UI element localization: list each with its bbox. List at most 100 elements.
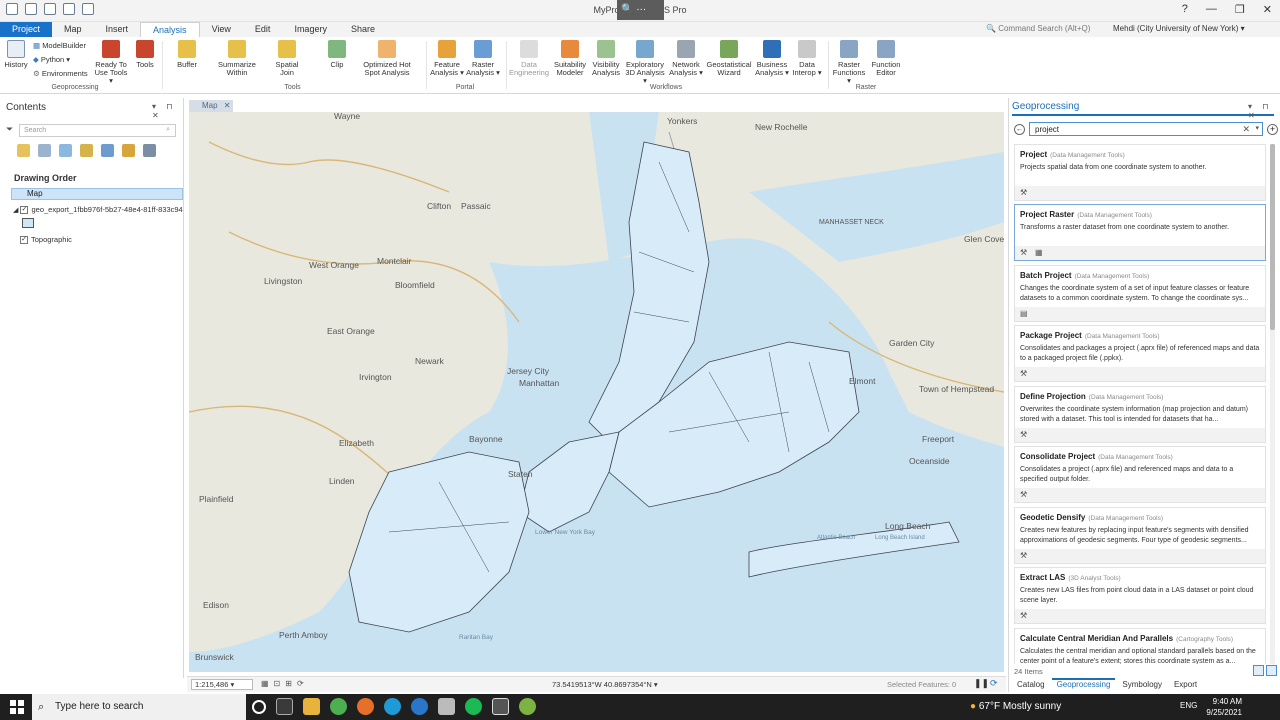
feature-analysis-button[interactable]: Feature Analysis ▾ <box>430 40 464 77</box>
clip-button[interactable]: Clip <box>322 40 352 69</box>
add-icon[interactable]: + <box>1267 124 1278 135</box>
tab-project[interactable]: Project <box>0 22 53 37</box>
navigation-tools[interactable]: ▦⊡⊞⟳ <box>261 679 309 688</box>
result-item[interactable]: Consolidate Project (Data Management Tool… <box>1014 446 1266 503</box>
new-project-icon[interactable] <box>6 3 18 15</box>
list-by-snapping-icon[interactable] <box>101 144 114 157</box>
tab-share[interactable]: Share <box>339 22 387 37</box>
back-icon[interactable]: ← <box>1014 124 1025 135</box>
result-item[interactable]: Extract LAS (3D Analyst Tools) Creates ne… <box>1014 567 1266 624</box>
layer-symbol-swatch[interactable] <box>22 218 34 228</box>
result-item[interactable]: Package Project (Data Management Tools) C… <box>1014 325 1266 382</box>
function-editor-button[interactable]: Function Editor <box>870 40 902 77</box>
tab-insert[interactable]: Insert <box>94 22 141 37</box>
layer-visibility-checkbox[interactable]: ✓ <box>20 206 29 215</box>
list-by-editing-icon[interactable] <box>80 144 93 157</box>
map-view-tab[interactable]: Map ✕ <box>189 100 233 112</box>
command-search[interactable]: 🔍 Command Search (Alt+Q) <box>986 24 1090 33</box>
result-item[interactable]: Geodetic Densify (Data Management Tools) … <box>1014 507 1266 564</box>
save-icon[interactable] <box>44 3 56 15</box>
geostatistical-wizard-button[interactable]: Geostatistical Wizard <box>704 40 754 77</box>
tile-view-icon[interactable] <box>1253 665 1264 676</box>
contents-search-input[interactable]: Search ⌕ <box>19 124 176 137</box>
tab-view[interactable]: View <box>200 22 243 37</box>
maximize-icon[interactable]: ❐ <box>1235 3 1245 16</box>
tab-map[interactable]: Map <box>52 22 94 37</box>
list-by-drawing-order-icon[interactable] <box>17 144 30 157</box>
topographic-layer[interactable]: ✓ Topographic <box>20 235 72 245</box>
exploratory-3d-button[interactable]: Exploratory 3D Analysis ▾ <box>623 40 667 85</box>
app-icon[interactable] <box>438 698 455 715</box>
filter-icon[interactable]: ⏷ <box>6 124 13 135</box>
result-item[interactable]: Project Raster (Data Management Tools) Tr… <box>1014 204 1266 261</box>
result-item[interactable]: Calculate Central Meridian And Parallels… <box>1014 628 1266 664</box>
zoom-search-overlay[interactable]: 🔍 ··· <box>617 0 664 20</box>
python-button[interactable]: ◆ Python ▾ <box>33 55 70 64</box>
coordinate-readout[interactable]: 73.5419513°W 40.8697354°N ▾ <box>552 680 658 689</box>
help-icon[interactable]: ? <box>1182 3 1188 16</box>
edge-icon[interactable] <box>384 698 401 715</box>
environments-button[interactable]: ⚙ Environments <box>33 69 88 78</box>
chrome-icon[interactable] <box>330 698 347 715</box>
redo-icon[interactable] <box>82 3 94 15</box>
open-project-icon[interactable] <box>25 3 37 15</box>
result-item[interactable]: Batch Project (Data Management Tools) Cha… <box>1014 265 1266 322</box>
system-clock[interactable]: 9:40 AM 9/25/2021 <box>1202 696 1242 718</box>
clear-search-icon[interactable]: ✕ <box>1242 124 1250 135</box>
terminal-icon[interactable] <box>492 698 509 715</box>
tab-catalog[interactable]: Catalog <box>1012 678 1050 692</box>
ready-to-use-tools-button[interactable]: Ready To Use Tools ▾ <box>92 40 130 85</box>
network-analysis-button[interactable]: Network Analysis ▾ <box>668 40 704 77</box>
summarize-within-button[interactable]: Summarize Within <box>214 40 260 77</box>
arcgis-icon[interactable] <box>411 698 428 715</box>
task-view-icon[interactable] <box>276 698 293 715</box>
raster-analysis-button[interactable]: Raster Analysis ▾ <box>466 40 500 77</box>
taskbar-search-input[interactable]: ⌕ Type here to search <box>32 694 246 720</box>
suitability-modeler-button[interactable]: Suitability Modeler <box>552 40 588 77</box>
tool-search-input[interactable]: project ✕ ▾ <box>1029 122 1263 136</box>
layer-visibility-checkbox[interactable]: ✓ <box>20 236 28 245</box>
list-view-icon[interactable] <box>1266 665 1277 676</box>
history-button[interactable]: History <box>3 40 29 69</box>
list-by-perspective-icon[interactable] <box>143 144 156 157</box>
geoprocessing-pane-controls[interactable]: ▾ ⊓ ✕ <box>1248 102 1280 120</box>
tab-analysis[interactable]: Analysis <box>140 22 200 37</box>
weather-widget[interactable]: ● 67°F Mostly sunny <box>970 701 1061 712</box>
raster-functions-button[interactable]: Raster Functions ▾ <box>830 40 868 85</box>
qgis-icon[interactable] <box>519 698 536 715</box>
minimize-icon[interactable]: — <box>1206 3 1217 16</box>
tab-geoprocessing[interactable]: Geoprocessing <box>1051 678 1116 692</box>
cortana-icon[interactable] <box>252 700 266 714</box>
contents-pane-controls[interactable]: ▾ ⊓ ✕ <box>152 102 183 120</box>
spotify-icon[interactable] <box>465 698 482 715</box>
visibility-analysis-button[interactable]: Visibility Analysis <box>589 40 623 77</box>
data-interop-button[interactable]: Data Interop ▾ <box>790 40 824 77</box>
undo-icon[interactable] <box>63 3 75 15</box>
list-by-source-icon[interactable] <box>38 144 51 157</box>
user-account[interactable]: Mehdi (City University of New York) ▾ <box>1113 24 1245 33</box>
tab-edit[interactable]: Edit <box>243 22 283 37</box>
scrollbar-thumb[interactable] <box>1270 144 1275 330</box>
modelbuilder-button[interactable]: ▦ ModelBuilder <box>33 41 86 50</box>
tab-symbology[interactable]: Symbology <box>1117 678 1167 692</box>
map-canvas[interactable]: Wayne Yonkers New Rochelle Clifton Passa… <box>189 112 1004 672</box>
hotspot-analysis-button[interactable]: Optimized Hot Spot Analysis <box>362 40 412 77</box>
result-item[interactable]: Define Projection (Data Management Tools)… <box>1014 386 1266 443</box>
business-analysis-button[interactable]: Business Analysis ▾ <box>754 40 790 77</box>
tab-export[interactable]: Export <box>1169 678 1202 692</box>
data-engineering-button[interactable]: Data Engineering <box>508 40 550 77</box>
list-by-labeling-icon[interactable] <box>122 144 135 157</box>
list-by-selection-icon[interactable] <box>59 144 72 157</box>
tab-imagery[interactable]: Imagery <box>282 22 339 37</box>
spatial-join-button[interactable]: Spatial Join <box>270 40 304 77</box>
file-explorer-icon[interactable] <box>303 698 320 715</box>
pause-drawing-icon[interactable]: ❚❚ <box>974 678 989 689</box>
windows-start-icon[interactable] <box>10 700 24 714</box>
firefox-icon[interactable] <box>357 698 374 715</box>
language-indicator[interactable]: ENG <box>1180 701 1197 710</box>
result-item[interactable]: Project (Data Management Tools) Projects … <box>1014 144 1266 201</box>
map-tree-item[interactable]: Map <box>11 188 183 200</box>
scale-selector[interactable]: 1:215,486 ▾ <box>191 679 253 690</box>
close-icon[interactable]: ✕ <box>1263 3 1272 16</box>
results-scrollbar[interactable] <box>1270 144 1275 664</box>
